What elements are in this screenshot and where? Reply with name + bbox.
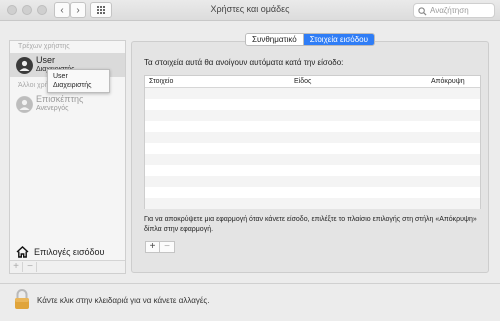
login-options-item[interactable]: Επιλογές εισόδου [16, 246, 104, 258]
tab-login-items[interactable]: Στοιχεία εισόδου [303, 34, 374, 45]
current-user-name: User [36, 55, 56, 65]
search-icon [418, 7, 427, 16]
column-header-hide[interactable]: Απόκρυψη [431, 78, 465, 85]
remove-user-button[interactable]: − [24, 262, 37, 272]
user-tooltip: User Διαχειριστής [47, 69, 110, 93]
tab-control: Συνθηματικό Στοιχεία εισόδου [245, 33, 375, 46]
hide-instructions-note: Για να αποκρύψετε μια εφαρμογή όταν κάνε… [144, 216, 477, 233]
table-row [145, 165, 480, 176]
tooltip-name: User [53, 73, 68, 80]
search-placeholder: Αναζήτηση [430, 6, 469, 15]
table-header: Στοιχείο Είδος Απόκρυψη [145, 76, 480, 88]
table-row [145, 99, 480, 110]
table-row [145, 154, 480, 165]
lock-icon [15, 289, 29, 309]
sidebar-item-guest[interactable]: Επισκέπτης Ανενεργός [10, 93, 125, 117]
house-icon [16, 246, 29, 258]
table-row [145, 187, 480, 198]
table-row [145, 121, 480, 132]
guest-avatar [16, 96, 33, 113]
table-row [145, 88, 480, 99]
table-row [145, 132, 480, 143]
column-header-kind[interactable]: Είδος [294, 78, 311, 85]
sidebar-bottom-bar: + − [10, 260, 125, 273]
login-options-label: Επιλογές εισόδου [34, 247, 105, 257]
table-row [145, 176, 480, 187]
table-row [145, 143, 480, 154]
add-user-button[interactable]: + [10, 262, 23, 272]
user-avatar-icon [16, 57, 33, 74]
table-row [145, 110, 480, 121]
footer-divider [0, 283, 500, 284]
remove-login-item-button[interactable]: − [160, 241, 175, 253]
login-items-buttons: + − [145, 241, 175, 253]
guest-avatar-icon [16, 96, 33, 113]
lock-instruction-text: Κάντε κλικ στην κλειδαριά για να κάνετε … [37, 296, 210, 305]
search-input[interactable]: Αναζήτηση [413, 3, 495, 18]
column-header-item[interactable]: Στοιχείο [149, 78, 173, 85]
lock-button[interactable] [14, 288, 30, 312]
tab-password[interactable]: Συνθηματικό [246, 34, 304, 45]
guest-name: Επισκέπτης [36, 94, 84, 104]
login-items-description: Τα στοιχεία αυτά θα ανοίγουν αυτόματα κα… [144, 58, 344, 67]
table-rows [145, 88, 480, 209]
table-row [145, 198, 480, 209]
add-login-item-button[interactable]: + [145, 241, 160, 253]
current-user-header: Τρέχων χρήστης [18, 43, 70, 50]
avatar [16, 57, 33, 74]
title-bar: ‹ › Χρήστες και ομάδες Αναζήτηση [0, 0, 500, 21]
tooltip-role: Διαχειριστής [53, 82, 92, 89]
login-items-table[interactable]: Στοιχείο Είδος Απόκρυψη [144, 75, 481, 209]
guest-status: Ανενεργός [36, 105, 69, 112]
